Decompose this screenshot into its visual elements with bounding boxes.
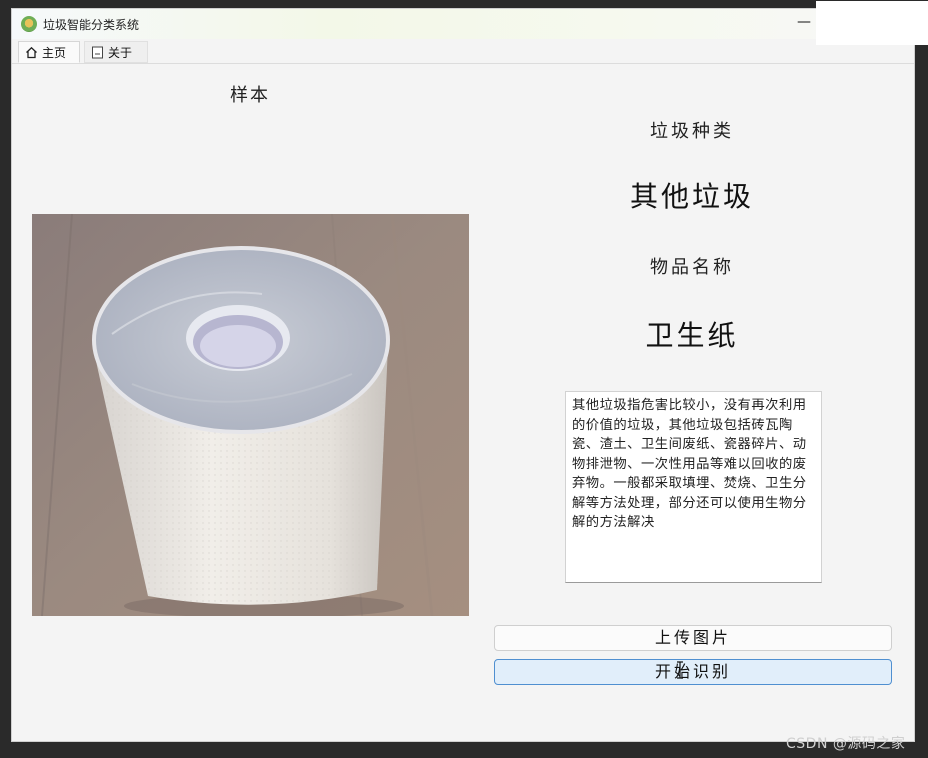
home-icon bbox=[25, 46, 38, 59]
app-window: 垃圾智能分类系统 — 主页 关于 样本 垃圾种类 其他垃圾 物品名称 卫生纸 其… bbox=[11, 1, 928, 742]
tab-home[interactable]: 主页 bbox=[18, 41, 80, 63]
tab-about-label: 关于 bbox=[108, 45, 133, 60]
sample-label: 样本 bbox=[230, 85, 270, 106]
window-title: 垃圾智能分类系统 bbox=[43, 18, 140, 32]
document-icon bbox=[91, 46, 104, 59]
minimize-button[interactable]: — bbox=[796, 14, 812, 30]
category-heading: 垃圾种类 bbox=[650, 121, 734, 142]
tab-bar: 主页 关于 bbox=[12, 39, 914, 64]
tab-home-label: 主页 bbox=[42, 45, 67, 60]
text-cursor-icon bbox=[677, 661, 683, 679]
upload-image-button[interactable]: 上传图片 bbox=[494, 625, 892, 651]
item-name-value: 卫生纸 bbox=[645, 319, 739, 352]
app-logo-icon bbox=[21, 16, 37, 32]
watermark: CSDN @源码之家 bbox=[786, 736, 906, 752]
item-name-heading: 物品名称 bbox=[650, 257, 734, 278]
tab-about[interactable]: 关于 bbox=[84, 41, 148, 63]
start-recognition-button[interactable]: 开始识别 bbox=[494, 659, 892, 685]
description-textbox[interactable]: 其他垃圾指危害比较小，没有再次利用的价值的垃圾，其他垃圾包括砖瓦陶瓷、渣土、卫生… bbox=[565, 391, 822, 583]
category-value: 其他垃圾 bbox=[629, 180, 754, 213]
sample-image bbox=[32, 214, 469, 616]
title-bar: 垃圾智能分类系统 — bbox=[12, 9, 914, 39]
